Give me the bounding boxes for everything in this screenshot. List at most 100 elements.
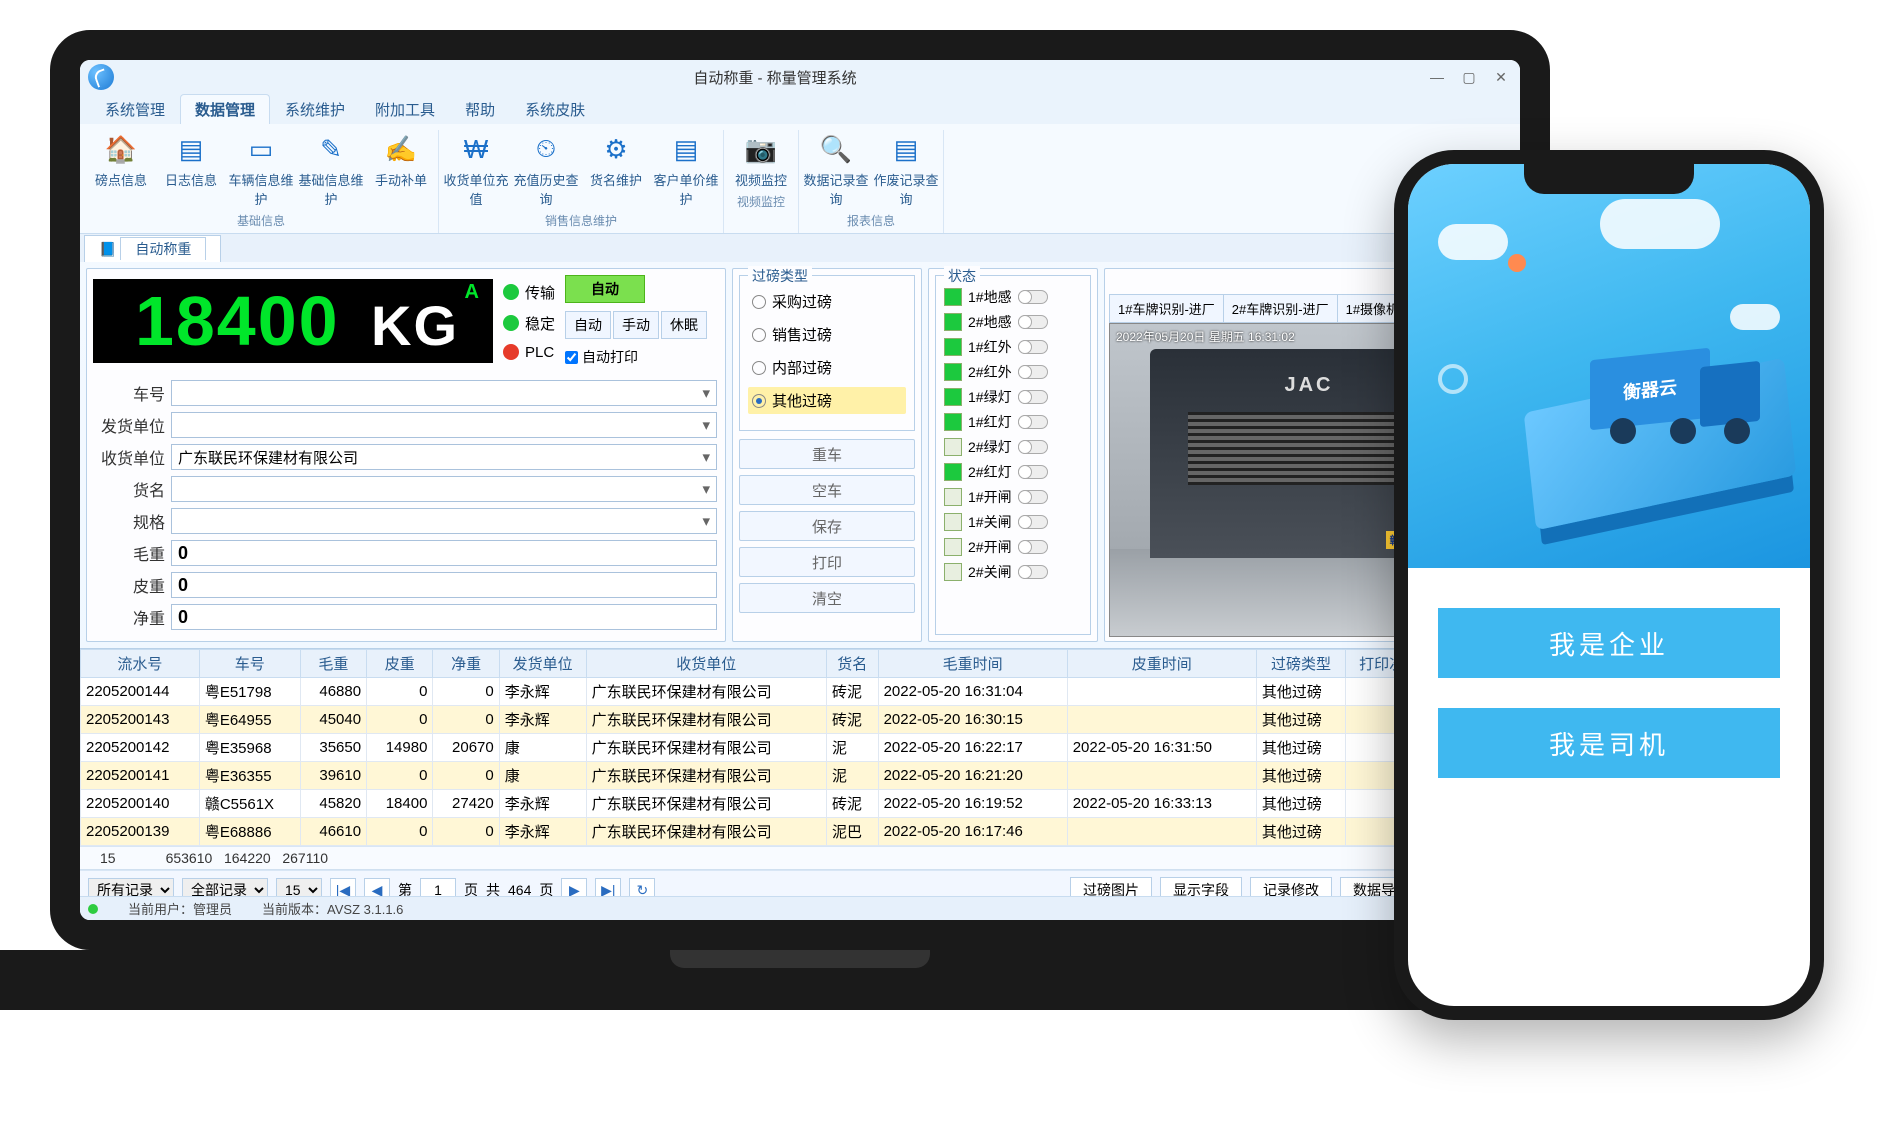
save-button[interactable]: 保存 [739,511,915,541]
cam-tab-2[interactable]: 2#车牌识别-进厂 [1223,294,1338,322]
switch-toggle[interactable] [1018,365,1048,379]
autoprint-checkbox[interactable]: 自动打印 [565,347,707,367]
close-icon[interactable]: ✕ [1490,66,1512,88]
led-icon [944,363,962,381]
table-row[interactable]: 2205200141粤E363553961000康广东联民环保建材有限公司泥20… [81,762,1520,790]
menu-skin[interactable]: 系统皮肤 [510,94,600,124]
goods-input[interactable] [171,476,717,502]
col-header[interactable]: 毛重时间 [878,650,1067,678]
spec-input[interactable] [171,508,717,534]
ribbon-group-sales: ₩收货单位充值 ⏲充值历史查询 ⚙货名维护 ▤客户单价维护 销售信息维护 [439,130,724,233]
refresh-icon[interactable]: ↻ [629,878,655,896]
next-page-icon[interactable]: ▶ [561,878,587,896]
menu-tools[interactable]: 附加工具 [360,94,450,124]
table-row[interactable]: 2205200143粤E649554504000李永辉广东联民环保建材有限公司砖… [81,706,1520,734]
gross-input[interactable] [171,540,717,566]
driver-button[interactable]: 我是司机 [1438,708,1780,778]
col-header[interactable]: 毛重 [300,650,366,678]
pager-photo-button[interactable]: 过磅图片 [1070,877,1152,896]
ribbon-log[interactable]: ▤日志信息 [156,130,226,210]
switch-toggle[interactable] [1018,415,1048,429]
mode-sleep-button[interactable]: 休眠 [661,311,707,339]
col-header[interactable]: 货名 [826,650,878,678]
switch-toggle[interactable] [1018,465,1048,479]
io-row: 1#绿灯 [944,387,1082,407]
dot-transfer-icon [503,284,519,300]
ribbon-manual[interactable]: ✍手动补单 [366,130,436,210]
document-tab-bar: 📘 自动称重 [80,234,1520,262]
type-purchase[interactable]: 采购过磅 [748,288,906,315]
prev-page-icon[interactable]: ◀ [364,878,390,896]
sender-input[interactable] [171,412,717,438]
tab-auto-weigh[interactable]: 📘 自动称重 [84,235,221,262]
net-input[interactable] [171,604,717,630]
menu-system[interactable]: 系统管理 [90,94,180,124]
ribbon-video[interactable]: 📷视频监控 [726,130,796,191]
type-sale[interactable]: 销售过磅 [748,321,906,348]
switch-toggle[interactable] [1018,390,1048,404]
minimize-icon[interactable]: — [1426,66,1448,88]
mode-manual-button[interactable]: 手动 [613,311,659,339]
col-header[interactable]: 收货单位 [586,650,826,678]
ribbon-vehicle[interactable]: ▭车辆信息维护 [226,130,296,210]
switch-toggle[interactable] [1018,565,1048,579]
switch-toggle[interactable] [1018,490,1048,504]
print-button[interactable]: 打印 [739,547,915,577]
ribbon-scale-info[interactable]: 🏠磅点信息 [86,130,156,210]
col-header[interactable]: 净重 [433,650,499,678]
col-header[interactable]: 流水号 [81,650,200,678]
col-header[interactable]: 皮重 [367,650,433,678]
tare-input[interactable] [171,572,717,598]
cam-tab-1[interactable]: 1#车牌识别-进厂 [1109,294,1224,322]
first-page-icon[interactable]: |◀ [330,878,356,896]
menu-data[interactable]: 数据管理 [180,94,270,124]
switch-toggle[interactable] [1018,440,1048,454]
switch-toggle[interactable] [1018,540,1048,554]
weigh-type-panel: 过磅类型 采购过磅 销售过磅 内部过磅 其他过磅 重车 空车 保存 打印 清空 [732,268,922,642]
pager-fields-button[interactable]: 显示字段 [1160,877,1242,896]
receiver-input[interactable]: 广东联民环保建材有限公司 [171,444,717,470]
ribbon-query[interactable]: 🔍数据记录查询 [801,130,871,210]
type-internal[interactable]: 内部过磅 [748,354,906,381]
phone-notch [1524,164,1694,194]
col-header[interactable]: 过磅类型 [1256,650,1345,678]
io-row: 2#地感 [944,312,1082,332]
last-page-icon[interactable]: ▶| [595,878,621,896]
table-row[interactable]: 2205200142粤E35968356501498020670康广东联民环保建… [81,734,1520,762]
switch-toggle[interactable] [1018,515,1048,529]
ribbon-recharge-hist[interactable]: ⏲充值历史查询 [511,130,581,210]
ribbon-base[interactable]: ✎基础信息维护 [296,130,366,210]
clear-button[interactable]: 清空 [739,583,915,613]
pager-edit-button[interactable]: 记录修改 [1250,877,1332,896]
page-size[interactable]: 15 [276,878,322,896]
switch-toggle[interactable] [1018,340,1048,354]
heavy-button[interactable]: 重车 [739,439,915,469]
window-title: 自动称重 - 称量管理系统 [124,67,1426,88]
table-row[interactable]: 2205200140赣C5561X458201840027420李永辉广东联民环… [81,790,1520,818]
switch-toggle[interactable] [1018,315,1048,329]
empty-button[interactable]: 空车 [739,475,915,505]
car-input[interactable] [171,380,717,406]
note-icon: ✍ [382,130,420,168]
ribbon-goods[interactable]: ⚙货名维护 [581,130,651,210]
io-row: 1#红灯 [944,412,1082,432]
switch-toggle[interactable] [1018,290,1048,304]
filter-all[interactable]: 所有记录 [88,878,174,896]
ribbon-recharge[interactable]: ₩收货单位充值 [441,130,511,210]
page-input[interactable] [420,878,456,896]
ribbon-void[interactable]: ▤作废记录查询 [871,130,941,210]
table-row[interactable]: 2205200144粤E517984688000李永辉广东联民环保建材有限公司砖… [81,678,1520,706]
ribbon-price[interactable]: ▤客户单价维护 [651,130,721,210]
type-other[interactable]: 其他过磅 [748,387,906,414]
filter-all2[interactable]: 全部记录 [182,878,268,896]
maximize-icon[interactable]: ▢ [1458,66,1480,88]
col-header[interactable]: 皮重时间 [1067,650,1256,678]
mode-auto-button[interactable]: 自动 [565,311,611,339]
search-icon: 🔍 [817,130,855,168]
menu-help[interactable]: 帮助 [450,94,510,124]
menu-maint[interactable]: 系统维护 [270,94,360,124]
table-row[interactable]: 2205200139粤E688864661000李永辉广东联民环保建材有限公司泥… [81,818,1520,846]
enterprise-button[interactable]: 我是企业 [1438,608,1780,678]
col-header[interactable]: 车号 [199,650,300,678]
col-header[interactable]: 发货单位 [499,650,586,678]
